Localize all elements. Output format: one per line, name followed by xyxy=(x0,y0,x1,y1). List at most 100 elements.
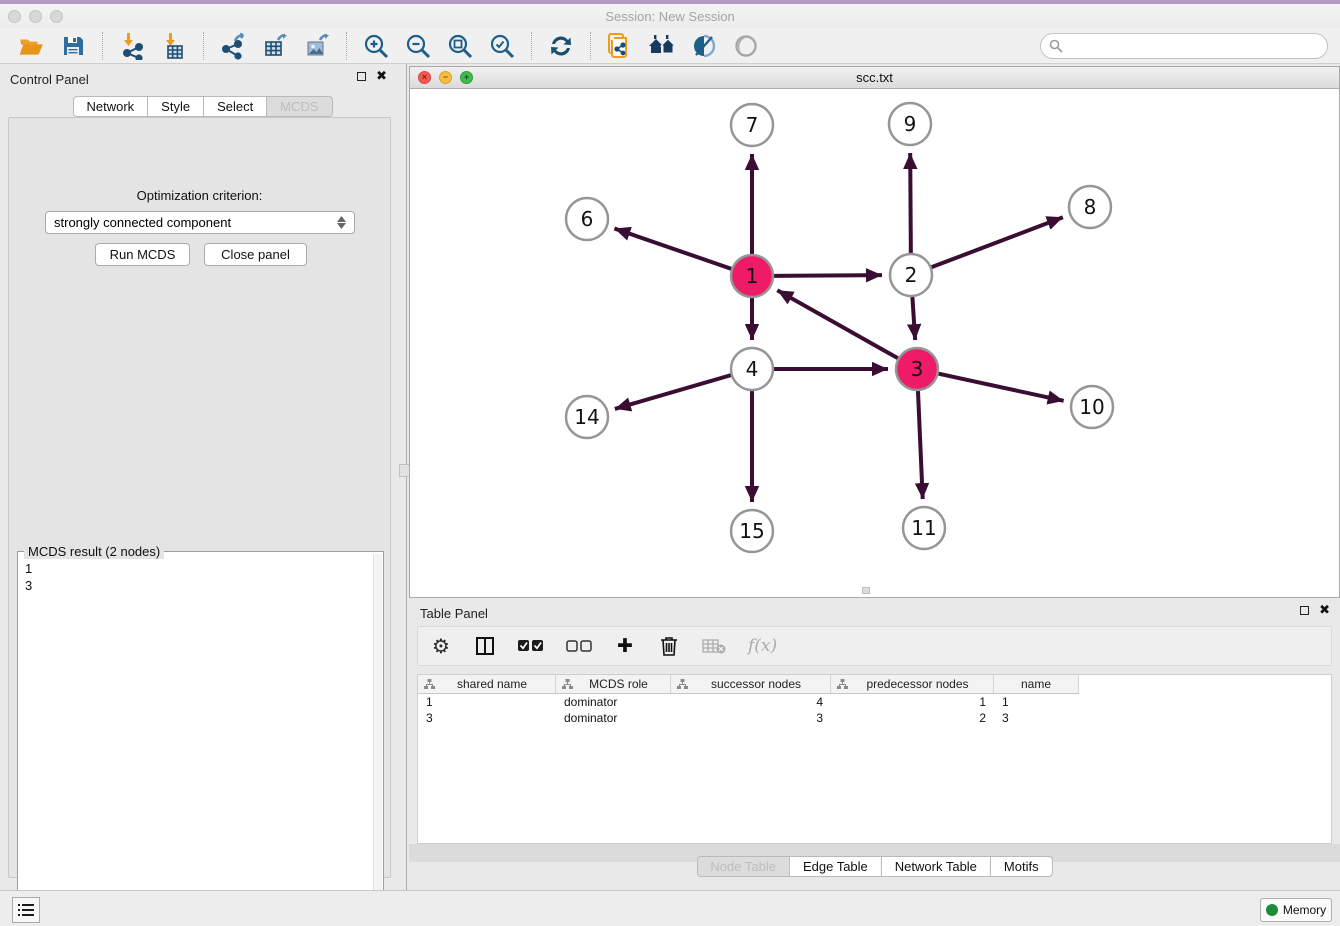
bird-eye-view-icon[interactable] xyxy=(731,31,761,61)
workspace: Control Panel ✖ Network Style Select MCD… xyxy=(0,64,1340,890)
column-header-successor-nodes[interactable]: successor nodes xyxy=(671,675,831,693)
column-label: predecessor nodes xyxy=(848,677,987,691)
table-cell[interactable]: 1 xyxy=(994,695,1079,709)
table-cell[interactable]: dominator xyxy=(556,711,671,725)
criterion-value: strongly connected component xyxy=(54,215,231,230)
table-header-row: shared name MCDS role successor nodes prede… xyxy=(418,675,1079,694)
toolbar-separator xyxy=(102,32,103,60)
toolbar-separator xyxy=(203,32,204,60)
table-panel-title: Table Panel xyxy=(420,606,488,621)
edge-2-3[interactable] xyxy=(912,296,915,340)
graphics-details-icon[interactable] xyxy=(689,31,719,61)
table-cell[interactable]: 2 xyxy=(831,711,994,725)
network-window-titlebar[interactable]: × − + scc.txt xyxy=(410,67,1339,89)
column-label: name xyxy=(1000,677,1072,691)
export-table-icon[interactable] xyxy=(260,31,290,61)
open-file-icon[interactable] xyxy=(16,31,46,61)
network-view-window: × − + scc.txt 7968124314101511 xyxy=(409,66,1340,598)
zoom-in-icon[interactable] xyxy=(361,31,391,61)
select-all-columns-icon[interactable] xyxy=(518,634,544,658)
table-cell[interactable]: 1 xyxy=(831,695,994,709)
memory-button[interactable]: Memory xyxy=(1260,898,1332,922)
toolbar-separator xyxy=(346,32,347,60)
close-panel-icon[interactable]: ✖ xyxy=(1319,606,1330,615)
table-cell[interactable]: 3 xyxy=(418,711,556,725)
float-panel-icon[interactable] xyxy=(357,72,366,81)
tab-motifs[interactable]: Motifs xyxy=(990,856,1053,877)
node-label-3: 3 xyxy=(911,357,924,381)
panel-menu-button[interactable] xyxy=(12,897,40,923)
control-panel: Control Panel ✖ Network Style Select MCD… xyxy=(0,64,405,890)
gear-icon[interactable]: ⚙ xyxy=(430,634,452,658)
edge-2-9[interactable] xyxy=(910,153,911,254)
close-panel-icon[interactable]: ✖ xyxy=(376,72,387,81)
add-column-icon[interactable]: ✚ xyxy=(614,634,636,658)
export-network-icon[interactable] xyxy=(218,31,248,61)
tab-mcds[interactable]: MCDS xyxy=(266,96,332,117)
column-header-shared-name[interactable]: shared name xyxy=(418,675,556,693)
table-body: 1dominator4113dominator323 xyxy=(418,694,1331,726)
edge-4-14[interactable] xyxy=(615,375,732,409)
mcds-panel: Optimization criterion: strongly connect… xyxy=(8,117,391,878)
table-cell[interactable]: dominator xyxy=(556,695,671,709)
run-mcds-button[interactable]: Run MCDS xyxy=(95,243,190,266)
save-session-icon[interactable] xyxy=(58,31,88,61)
delete-table-icon[interactable] xyxy=(702,634,726,658)
toolbar-separator xyxy=(531,32,532,60)
tab-edge-table[interactable]: Edge Table xyxy=(789,856,881,877)
result-scrollbar[interactable] xyxy=(373,554,382,924)
search-input[interactable] xyxy=(1068,39,1327,53)
column-label: successor nodes xyxy=(688,677,824,691)
node-label-11: 11 xyxy=(911,516,936,540)
export-image-icon[interactable] xyxy=(302,31,332,61)
panel-splitter[interactable] xyxy=(406,64,407,890)
hierarchy-icon xyxy=(677,679,688,690)
cyndex-home-icon[interactable] xyxy=(647,31,677,61)
float-panel-icon[interactable] xyxy=(1300,606,1309,615)
column-header-MCDS-role[interactable]: MCDS role xyxy=(556,675,671,693)
zoom-out-icon[interactable] xyxy=(403,31,433,61)
tab-network[interactable]: Network xyxy=(72,96,147,117)
import-network-icon[interactable] xyxy=(117,31,147,61)
tab-network-table[interactable]: Network Table xyxy=(881,856,990,877)
table-cell[interactable]: 3 xyxy=(994,711,1079,725)
network-canvas[interactable]: 7968124314101511 xyxy=(410,89,1339,589)
table-cell[interactable]: 3 xyxy=(671,711,831,725)
tab-style[interactable]: Style xyxy=(147,96,203,117)
column-label: shared name xyxy=(435,677,549,691)
search-box[interactable] xyxy=(1040,33,1328,59)
edge-3-1[interactable] xyxy=(777,290,898,358)
criterion-select[interactable]: strongly connected component xyxy=(45,211,355,234)
node-label-14: 14 xyxy=(574,405,599,429)
table-cell[interactable]: 4 xyxy=(671,695,831,709)
zoom-fit-icon[interactable] xyxy=(445,31,475,61)
tab-select[interactable]: Select xyxy=(203,96,266,117)
refresh-icon[interactable] xyxy=(546,31,576,61)
clone-network-icon[interactable] xyxy=(605,31,635,61)
edge-3-10[interactable] xyxy=(938,373,1064,400)
table-row[interactable]: 3dominator323 xyxy=(418,710,1331,726)
import-table-icon[interactable] xyxy=(159,31,189,61)
table-toolbar: ⚙ ✚ f(x) xyxy=(417,626,1332,666)
node-label-9: 9 xyxy=(904,112,917,136)
column-header-name[interactable]: name xyxy=(994,675,1079,693)
column-header-predecessor-nodes[interactable]: predecessor nodes xyxy=(831,675,994,693)
delete-column-icon[interactable] xyxy=(658,634,680,658)
edge-3-11[interactable] xyxy=(918,390,923,499)
table-row[interactable]: 1dominator411 xyxy=(418,694,1331,710)
close-panel-button[interactable]: Close panel xyxy=(204,243,307,266)
edge-1-6[interactable] xyxy=(614,228,732,269)
table-panel: Table Panel ✖ ⚙ ✚ xyxy=(409,598,1340,890)
function-builder-icon[interactable]: f(x) xyxy=(748,634,777,658)
edge-1-2[interactable] xyxy=(773,275,882,276)
unselect-all-columns-icon[interactable] xyxy=(566,634,592,658)
tab-node-table[interactable]: Node Table xyxy=(696,856,789,877)
table-cell[interactable]: 1 xyxy=(418,695,556,709)
zoom-selected-icon[interactable] xyxy=(487,31,517,61)
toolbar-separator xyxy=(590,32,591,60)
edge-2-8[interactable] xyxy=(931,217,1063,267)
mcds-result-box: MCDS result (2 nodes) 1 3 xyxy=(17,551,384,926)
node-table[interactable]: shared name MCDS role successor nodes prede… xyxy=(417,674,1332,844)
network-scroll-handle[interactable] xyxy=(862,587,870,594)
split-panel-icon[interactable] xyxy=(474,634,496,658)
